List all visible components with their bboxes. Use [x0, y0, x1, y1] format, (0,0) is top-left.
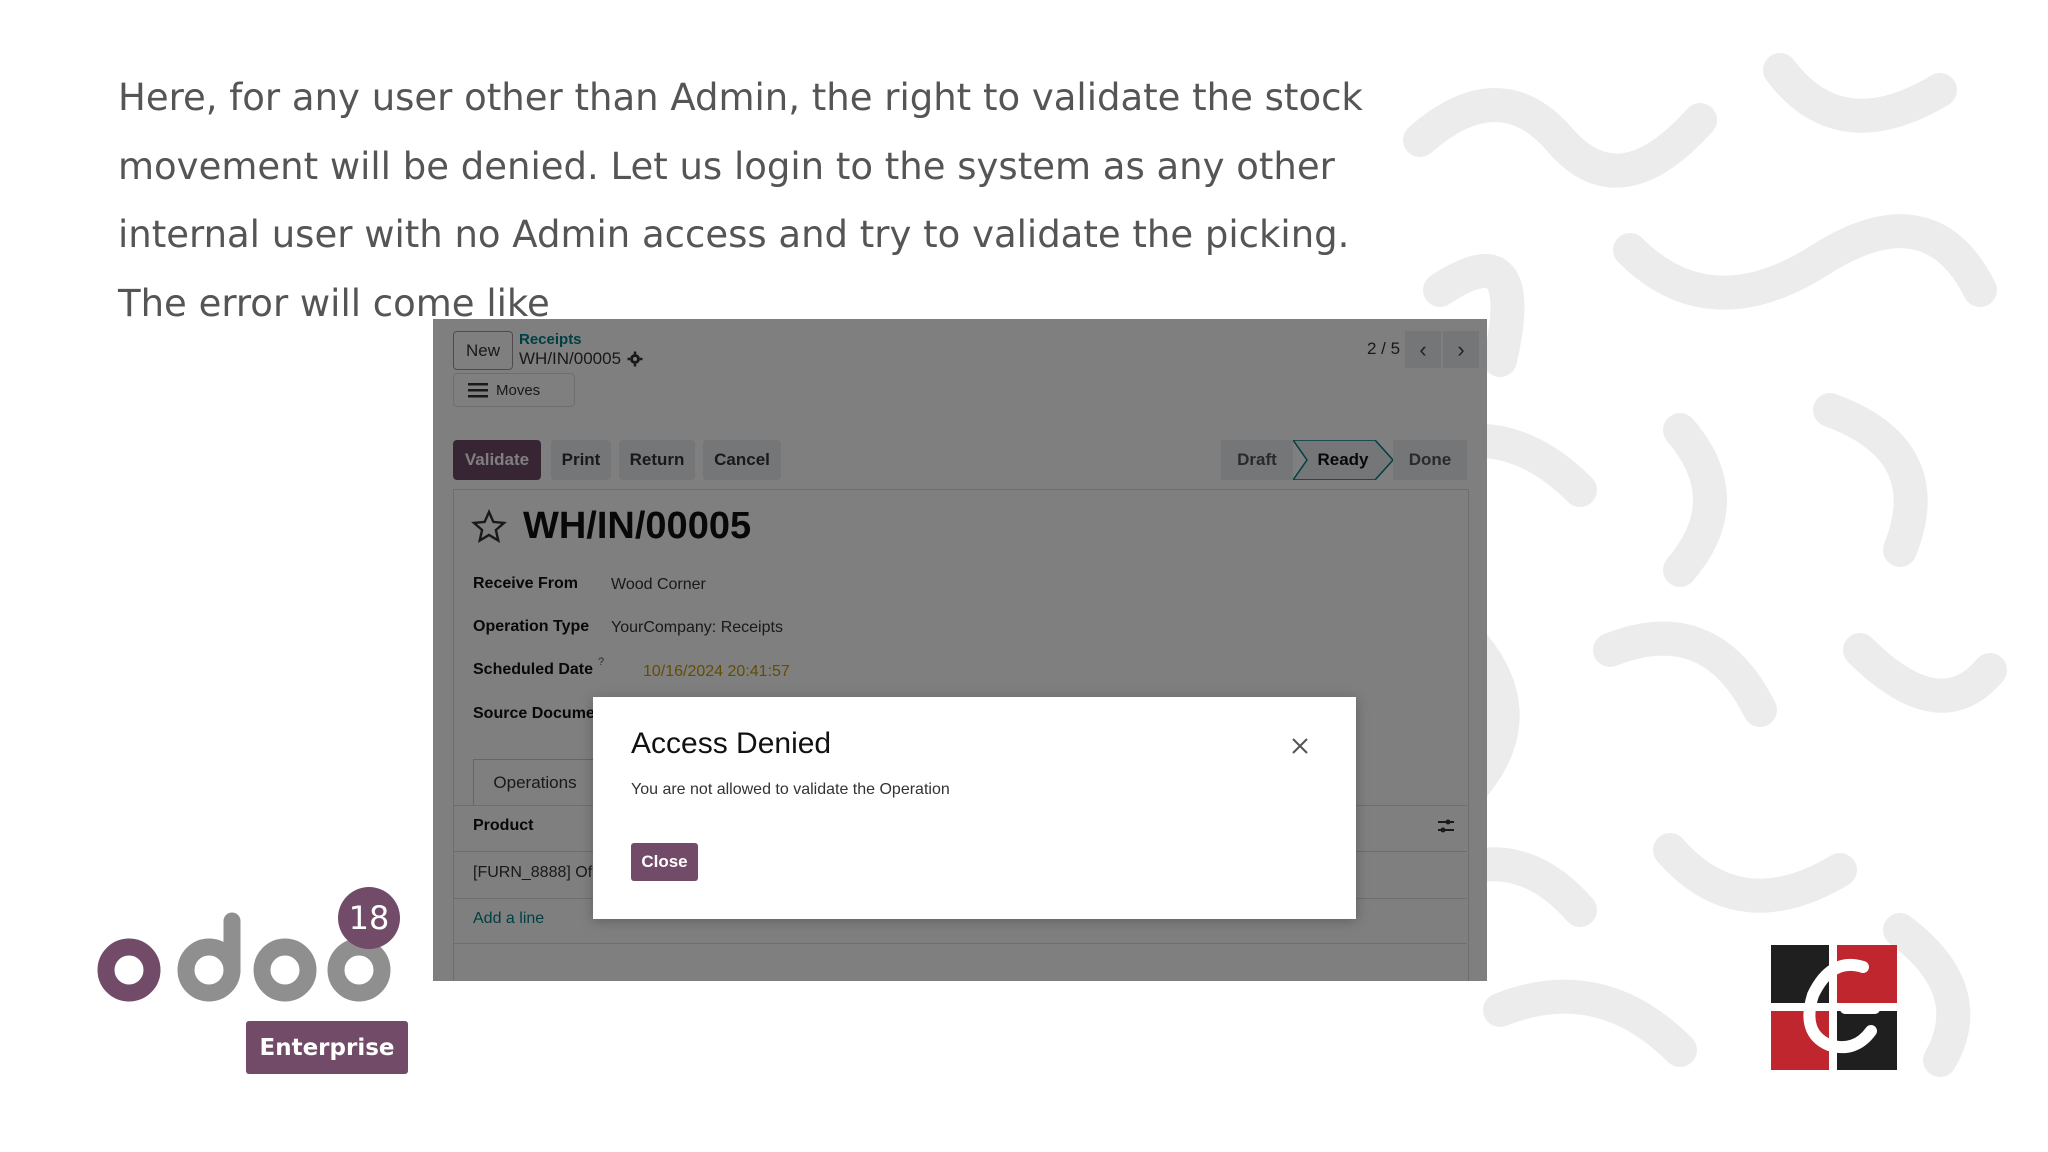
close-icon[interactable]	[1285, 731, 1315, 761]
slide-paragraph: Here, for any user other than Admin, the…	[118, 76, 1363, 325]
access-denied-dialog: Access Denied You are not allowed to val…	[593, 697, 1356, 919]
dialog-title: Access Denied	[631, 727, 832, 760]
dialog-message: You are not allowed to validate the Oper…	[631, 781, 950, 798]
enterprise-badge: Enterprise	[246, 1021, 408, 1074]
close-button[interactable]: Close	[631, 843, 698, 881]
version-badge: 18	[338, 887, 400, 949]
company-logo	[1771, 945, 1897, 1070]
